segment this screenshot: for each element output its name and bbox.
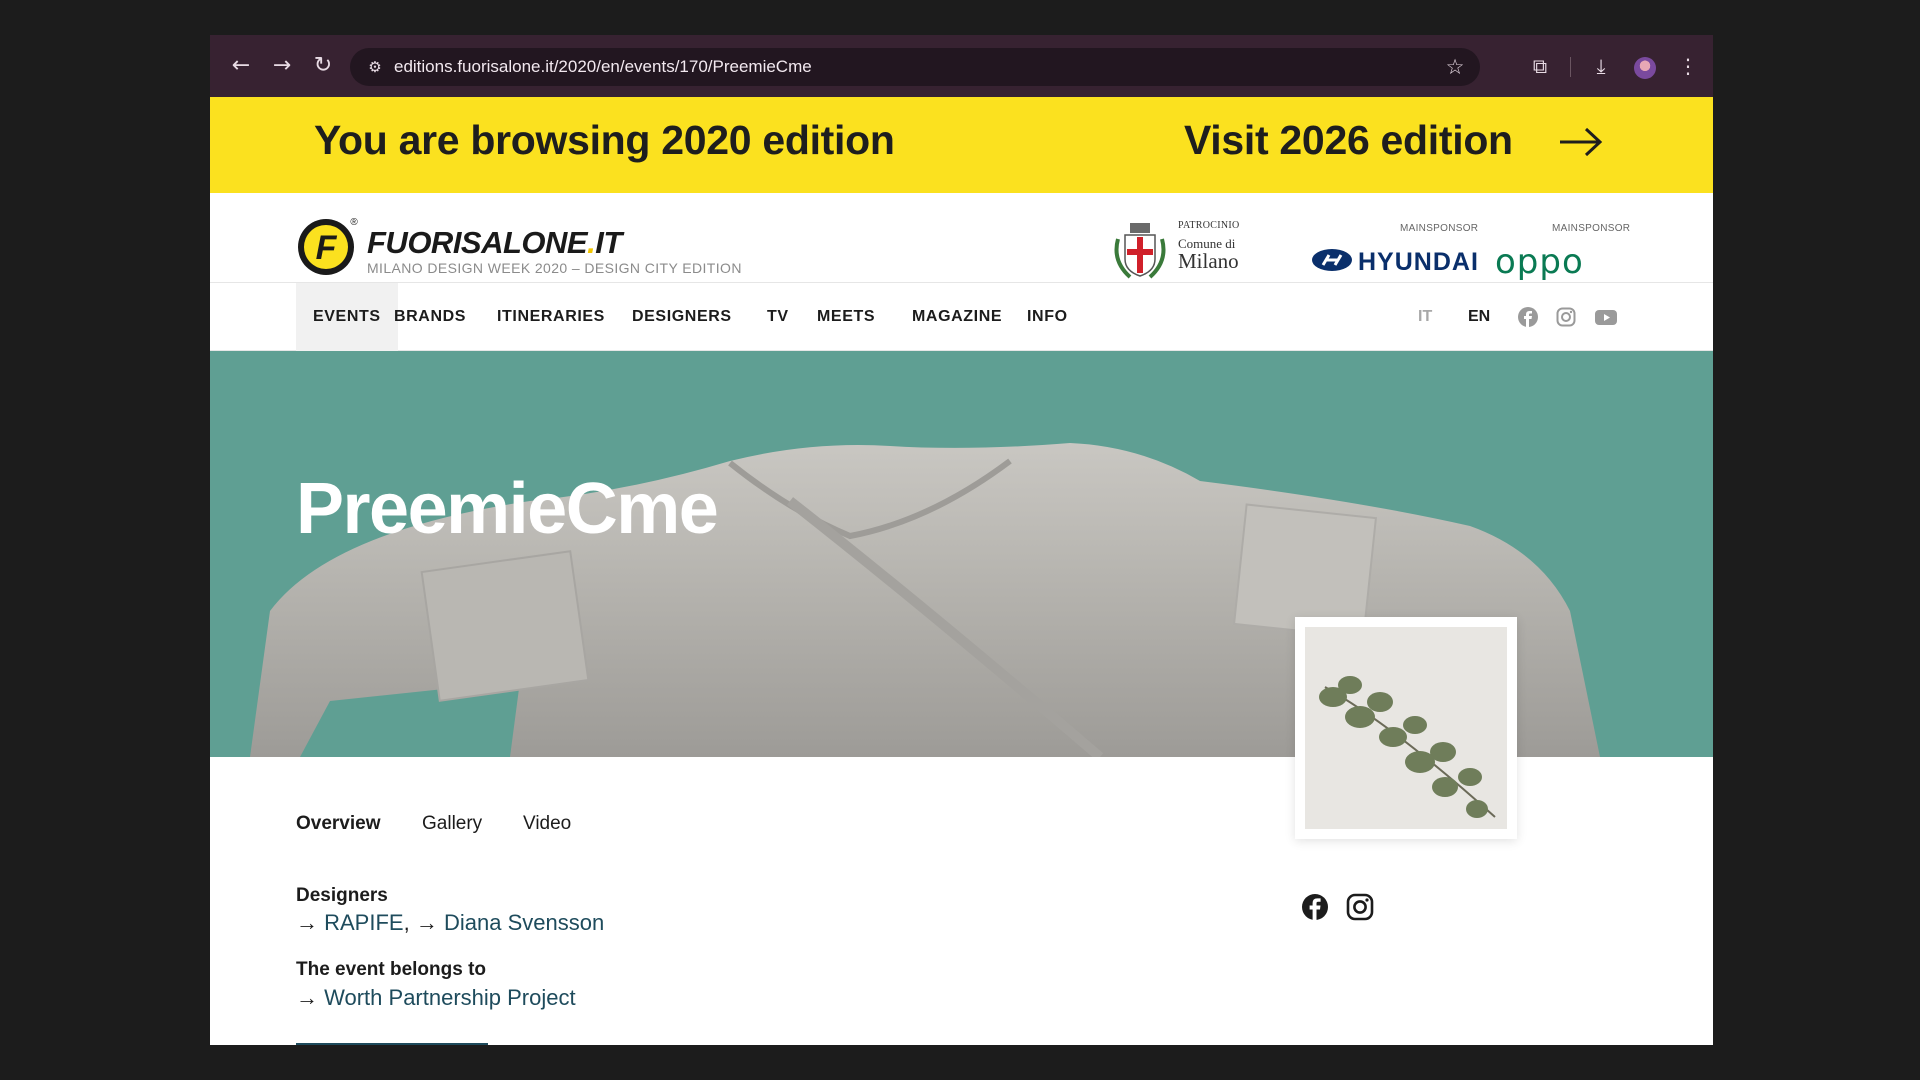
mainsponsor-label-oppo: MAINSPONSOR — [1552, 223, 1631, 234]
project-arrow-icon: → — [296, 985, 318, 1010]
browser-window: ← → ↻ ⚙ editions.fuorisalone.it/2020/en/… — [210, 35, 1713, 1045]
nav-item-info[interactable]: INFO — [1010, 283, 1085, 351]
nav-item-brands[interactable]: BRANDS — [377, 283, 483, 351]
reload-icon[interactable]: ↻ — [308, 51, 338, 81]
menu-dots-icon[interactable]: ⋮ — [1673, 51, 1703, 81]
oppo-wordmark[interactable]: oppo — [1495, 242, 1584, 282]
mainsponsor-label-hyundai: MAINSPONSOR — [1400, 223, 1479, 234]
youtube-icon[interactable] — [1594, 307, 1618, 327]
event-thumbnail-image — [1305, 627, 1507, 829]
event-title: PreemieCme — [296, 469, 719, 549]
edition-banner[interactable]: You are browsing 2020 edition Visit 2026… — [210, 97, 1713, 193]
patrocinio-label: PATROCINIO — [1178, 220, 1240, 231]
milano-label: Milano — [1178, 249, 1239, 273]
designer-link-rapife[interactable]: RAPIFE — [324, 910, 403, 935]
url-text[interactable]: editions.fuorisalone.it/2020/en/events/1… — [394, 57, 812, 77]
milano-crest-icon[interactable] — [1110, 221, 1170, 283]
event-thumbnail-card[interactable] — [1295, 617, 1517, 839]
bookmark-star-icon[interactable]: ☆ — [1440, 52, 1470, 82]
nav-item-meets[interactable]: MEETS — [800, 283, 892, 351]
fuorisalone-logo-icon[interactable]: F ® — [296, 213, 360, 277]
extensions-icon[interactable]: ⧉ — [1525, 51, 1555, 81]
main-nav: EVENTS BRANDS ITINERARIES DESIGNERS TV M… — [210, 283, 1713, 351]
browser-toolbar: ← → ↻ ⚙ editions.fuorisalone.it/2020/en/… — [210, 35, 1713, 97]
profile-avatar[interactable] — [1634, 57, 1656, 79]
designer-link-diana-svensson[interactable]: Diana Svensson — [444, 910, 604, 935]
site-header: F ® FUORISALONE.IT MILANO DESIGN WEEK 20… — [210, 193, 1713, 283]
logo-wordmark[interactable]: FUORISALONE.IT — [367, 225, 622, 261]
designer-separator: , — [403, 910, 410, 935]
event-facebook-icon[interactable] — [1301, 893, 1329, 921]
logo-name: FUORISALONE — [367, 225, 588, 260]
site-settings-icon[interactable]: ⚙ — [362, 54, 388, 80]
browsing-edition-text: You are browsing 2020 edition — [314, 117, 895, 163]
toolbar-divider — [1570, 57, 1571, 77]
section-underline — [296, 1043, 488, 1045]
nav-item-magazine[interactable]: MAGAZINE — [895, 283, 1019, 351]
logo-subtitle: MILANO DESIGN WEEK 2020 – DESIGN CITY ED… — [367, 260, 742, 276]
instagram-icon[interactable] — [1556, 307, 1576, 327]
download-icon[interactable]: ⤓ — [1586, 51, 1616, 81]
visit-edition-link[interactable]: Visit 2026 edition — [1184, 117, 1513, 164]
back-arrow-icon[interactable]: ← — [226, 51, 256, 81]
hyundai-logo-icon[interactable] — [1311, 248, 1353, 272]
tab-video[interactable]: Video — [523, 813, 571, 835]
facebook-icon[interactable] — [1518, 307, 1538, 327]
right-arrow-icon[interactable] — [1556, 122, 1606, 162]
event-instagram-icon[interactable] — [1346, 893, 1374, 921]
designer-arrow-icon: → — [296, 910, 318, 935]
registered-mark: ® — [350, 217, 358, 228]
eucalyptus-branch-image — [1319, 676, 1496, 818]
lang-en[interactable]: EN — [1468, 283, 1490, 351]
designers-label: Designers — [296, 885, 388, 906]
project-link-worth-partnership[interactable]: Worth Partnership Project — [324, 985, 575, 1010]
belongs-to-label: The event belongs to — [296, 959, 487, 980]
logo-letter: F — [316, 229, 338, 267]
nav-item-itineraries[interactable]: ITINERARIES — [480, 283, 622, 351]
tab-gallery[interactable]: Gallery — [422, 813, 482, 835]
lang-it[interactable]: IT — [1418, 283, 1432, 351]
hyundai-wordmark[interactable]: HYUNDAI — [1358, 248, 1479, 277]
nav-item-tv[interactable]: TV — [750, 283, 806, 351]
belongs-to-line: → Worth Partnership Project — [296, 985, 576, 1011]
nav-item-designers[interactable]: DESIGNERS — [615, 283, 749, 351]
designer-arrow-icon: → — [415, 910, 438, 935]
designers-list: → RAPIFE, → Diana Svensson — [296, 910, 604, 936]
address-bar[interactable]: ⚙ editions.fuorisalone.it/2020/en/events… — [350, 48, 1480, 86]
tab-overview[interactable]: Overview — [296, 813, 381, 835]
forward-arrow-icon[interactable]: → — [267, 51, 297, 81]
logo-tld: IT — [595, 225, 622, 260]
